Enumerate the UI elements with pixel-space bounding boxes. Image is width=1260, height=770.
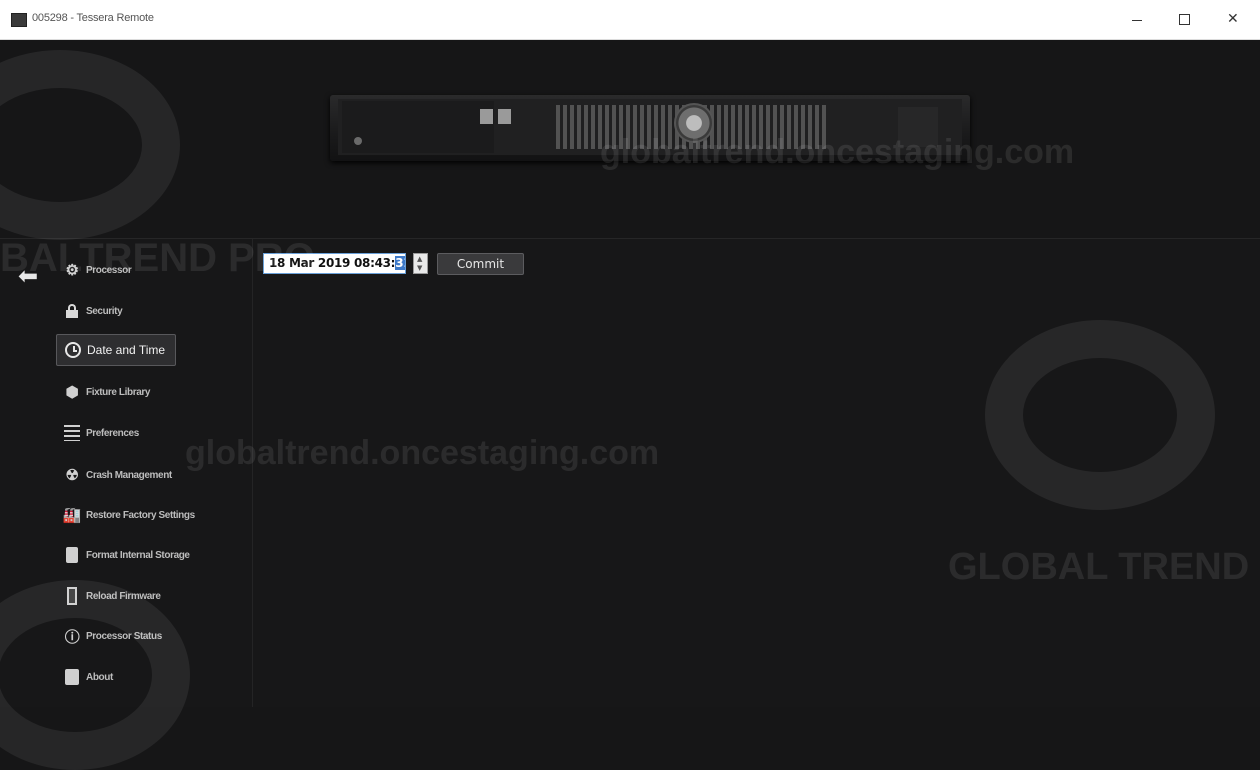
nav-item-label: Crash Management	[86, 469, 172, 481]
nav-item-label: Format Internal Storage	[86, 549, 190, 561]
factory-icon: 🏭	[62, 507, 82, 524]
radiation-icon: ☢	[65, 467, 79, 484]
book-icon	[63, 668, 81, 686]
app-icon	[11, 13, 27, 27]
commit-button[interactable]: Commit	[437, 253, 524, 275]
nav-item-label: Processor	[86, 264, 132, 276]
back-arrow-icon[interactable]: ⬅	[18, 264, 38, 288]
datetime-selected-segment: 31	[395, 256, 405, 270]
nav-item-reload-firmware[interactable]: Reload Firmware	[56, 580, 161, 612]
info-icon: ⓘ	[64, 628, 80, 646]
nav-item-preferences[interactable]: Preferences	[56, 417, 139, 449]
minimize-button[interactable]	[1114, 0, 1160, 39]
nav-item-label: About	[86, 671, 113, 683]
nav-item-processor[interactable]: ⚙ Processor	[56, 254, 131, 286]
trash-icon	[63, 546, 81, 564]
window-titlebar: 005298 - Tessera Remote ✕	[0, 0, 1260, 40]
nav-item-label: Restore Factory Settings	[86, 509, 195, 521]
device-header	[0, 40, 1260, 239]
nav-item-about[interactable]: About	[56, 661, 113, 693]
nav-item-label: Fixture Library	[86, 386, 151, 398]
datetime-value: 18 Mar 2019 08:43:	[269, 256, 396, 270]
list-icon	[63, 424, 81, 442]
nav-item-label: Processor Status	[86, 630, 162, 642]
clock-icon	[64, 341, 82, 359]
nav-item-date-and-time[interactable]: Date and Time	[56, 334, 177, 366]
gear-icon: ⚙	[65, 262, 79, 279]
nav-item-label: Preferences	[86, 427, 139, 439]
nav-item-fixture-library[interactable]: ⬢ Fixture Library	[56, 376, 151, 408]
maximize-button[interactable]	[1162, 0, 1208, 39]
datetime-input[interactable]: 18 Mar 2019 08:43:31	[263, 253, 406, 274]
nav-item-label: Security	[86, 305, 123, 317]
nav-item-security[interactable]: Security	[56, 295, 123, 327]
close-button[interactable]: ✕	[1210, 0, 1256, 39]
nav-item-crash-management[interactable]: ☢ Crash Management	[56, 459, 172, 491]
settings-sidebar: ⬅ ⚙ Processor Security Date and Time ⬢ F…	[0, 239, 253, 707]
firmware-icon	[63, 587, 81, 605]
spin-up-icon[interactable]: ▲	[417, 256, 422, 263]
window-title: 005298 - Tessera Remote	[32, 12, 154, 24]
spin-down-icon[interactable]: ▼	[417, 265, 422, 272]
lock-icon	[63, 302, 81, 320]
nav-item-label: Reload Firmware	[86, 590, 161, 602]
nav-item-format-internal-storage[interactable]: Format Internal Storage	[56, 539, 190, 571]
app-main: ⬅ ⚙ Processor Security Date and Time ⬢ F…	[0, 40, 1260, 707]
nav-item-restore-factory-settings[interactable]: 🏭 Restore Factory Settings	[56, 499, 195, 531]
nav-item-processor-status[interactable]: ⓘ Processor Status	[56, 620, 163, 652]
close-icon: ✕	[1227, 11, 1239, 27]
fixture-icon: ⬢	[65, 384, 79, 401]
datetime-spinner[interactable]: ▲ ▼	[413, 253, 428, 274]
nav-item-label: Date and Time	[87, 343, 166, 357]
processor-device-image	[330, 95, 970, 161]
